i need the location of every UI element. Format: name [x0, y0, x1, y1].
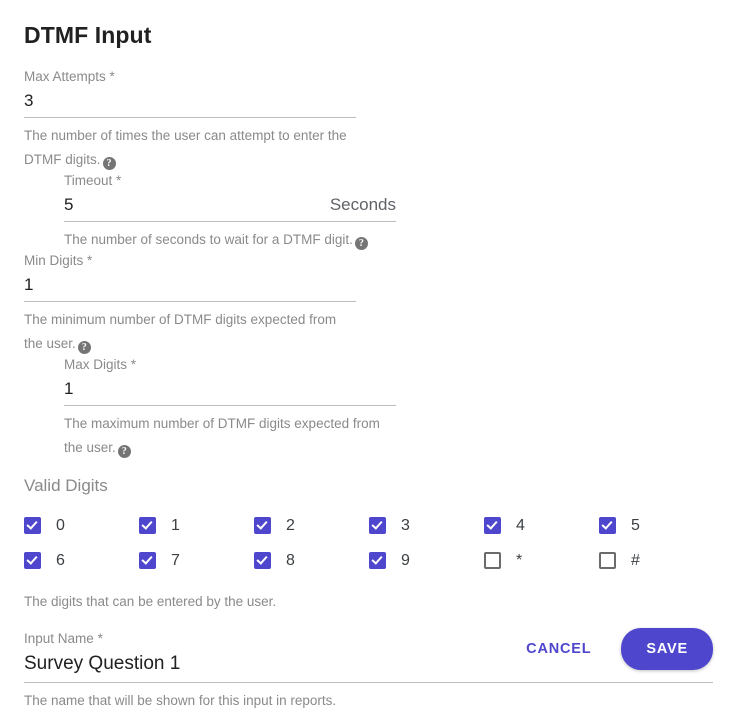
field-hint-text: The number of seconds to wait for a DTMF…: [64, 232, 353, 247]
field-label-text: Min Digits: [24, 253, 84, 268]
valid-digit-label: 4: [516, 516, 525, 534]
valid-digit-label: 0: [56, 516, 65, 534]
field-hint: The minimum number of DTMF digits expect…: [24, 308, 356, 356]
checkbox-checked-icon[interactable]: [254, 552, 271, 569]
valid-digit-option-3[interactable]: 3: [369, 508, 484, 543]
checkbox-checked-icon[interactable]: [24, 552, 41, 569]
field-input-row[interactable]: [24, 273, 356, 302]
max-digits-input[interactable]: [64, 377, 396, 400]
field-label: Min Digits *: [24, 252, 356, 269]
valid-digit-label: 3: [401, 516, 410, 534]
field-hint: The maximum number of DTMF digits expect…: [64, 412, 396, 460]
required-marker: *: [116, 173, 122, 188]
required-marker: *: [130, 357, 137, 372]
help-icon[interactable]: ?: [354, 237, 368, 250]
valid-digit-option-4[interactable]: 4: [484, 508, 599, 543]
valid-digit-label: 9: [401, 551, 410, 569]
checkbox-checked-icon[interactable]: [139, 517, 156, 534]
save-button[interactable]: SAVE: [621, 628, 713, 670]
min-digits-input[interactable]: [24, 273, 356, 296]
valid-digit-label: 7: [171, 551, 180, 569]
valid-digit-label: 8: [286, 551, 295, 569]
checkbox-checked-icon[interactable]: [484, 517, 501, 534]
valid-digit-option-5[interactable]: 5: [599, 508, 714, 543]
field-timeout: Timeout * Seconds The number of seconds …: [64, 172, 396, 252]
valid-digit-option-9[interactable]: 9: [369, 543, 484, 578]
field-hint-text: The maximum number of DTMF digits expect…: [64, 416, 380, 455]
valid-digit-option-7[interactable]: 7: [139, 543, 254, 578]
field-hint-text: The number of times the user can attempt…: [24, 128, 347, 167]
checkbox-checked-icon[interactable]: [139, 552, 156, 569]
page-title: DTMF Input: [24, 22, 152, 48]
field-max-attempts: Max Attempts * The number of times the u…: [24, 68, 356, 172]
field-hint-text: The minimum number of DTMF digits expect…: [24, 312, 337, 351]
field-grid: Max Attempts * The number of times the u…: [24, 68, 713, 460]
checkbox-checked-icon[interactable]: [254, 517, 271, 534]
checkbox-checked-icon[interactable]: [599, 517, 616, 534]
input-name-hint: The name that will be shown for this inp…: [24, 693, 337, 708]
valid-digits-hint: The digits that can be entered by the us…: [24, 594, 277, 609]
valid-digit-label: 1: [171, 516, 180, 534]
help-icon[interactable]: ?: [117, 445, 131, 458]
field-label-text: Input Name: [24, 631, 94, 646]
field-label-text: Max Attempts: [24, 69, 106, 84]
required-marker: *: [97, 631, 103, 646]
field-label: Max Attempts *: [24, 68, 356, 85]
field-hint: The number of seconds to wait for a DTMF…: [64, 228, 396, 252]
valid-digit-label: 2: [286, 516, 295, 534]
valid-digit-label: 5: [631, 516, 640, 534]
field-min-digits: Min Digits * The minimum number of DTMF …: [24, 252, 356, 356]
checkbox-checked-icon[interactable]: [369, 517, 386, 534]
valid-digit-option-1[interactable]: 1: [139, 508, 254, 543]
checkbox-checked-icon[interactable]: [24, 517, 41, 534]
required-marker: *: [87, 253, 93, 268]
valid-digit-option-2[interactable]: 2: [254, 508, 369, 543]
checkbox-checked-icon[interactable]: [369, 552, 386, 569]
field-input-row[interactable]: [64, 377, 396, 406]
field-label-text: Max Digits: [64, 357, 128, 372]
valid-digit-option-6[interactable]: 6: [24, 543, 139, 578]
checkbox-unchecked-icon[interactable]: [599, 552, 616, 569]
valid-digit-label: #: [631, 551, 640, 569]
max-attempts-input[interactable]: [24, 89, 356, 112]
dialog-footer: CANCEL SAVE: [512, 628, 713, 670]
checkbox-unchecked-icon[interactable]: [484, 552, 501, 569]
valid-digit-option-8[interactable]: 8: [254, 543, 369, 578]
field-label-text: Timeout: [64, 173, 113, 188]
field-label: Timeout *: [64, 172, 396, 189]
field-max-digits: Max Digits * The maximum number of DTMF …: [64, 356, 396, 460]
valid-digit-label: 6: [56, 551, 65, 569]
dtmf-input-dialog: DTMF Input Max Attempts * The number of …: [0, 0, 737, 708]
timeout-unit-suffix: Seconds: [329, 195, 396, 214]
field-hint: The number of times the user can attempt…: [24, 124, 356, 172]
timeout-input[interactable]: [64, 193, 322, 216]
valid-digit-label: *: [516, 551, 523, 569]
valid-digit-option-#[interactable]: #: [599, 543, 714, 578]
valid-digits-section-label: Valid Digits: [24, 476, 108, 495]
valid-digit-option-*[interactable]: *: [484, 543, 599, 578]
valid-digits-grid: 0 1 2 3 4 5 6 7 8 9 * #: [24, 508, 724, 578]
cancel-button[interactable]: CANCEL: [512, 631, 605, 667]
field-input-row[interactable]: [24, 89, 356, 118]
field-label: Max Digits *: [64, 356, 396, 373]
required-marker: *: [109, 69, 115, 84]
help-icon[interactable]: ?: [77, 341, 91, 354]
valid-digit-option-0[interactable]: 0: [24, 508, 139, 543]
field-input-row[interactable]: Seconds: [64, 193, 396, 222]
help-icon[interactable]: ?: [102, 157, 116, 170]
